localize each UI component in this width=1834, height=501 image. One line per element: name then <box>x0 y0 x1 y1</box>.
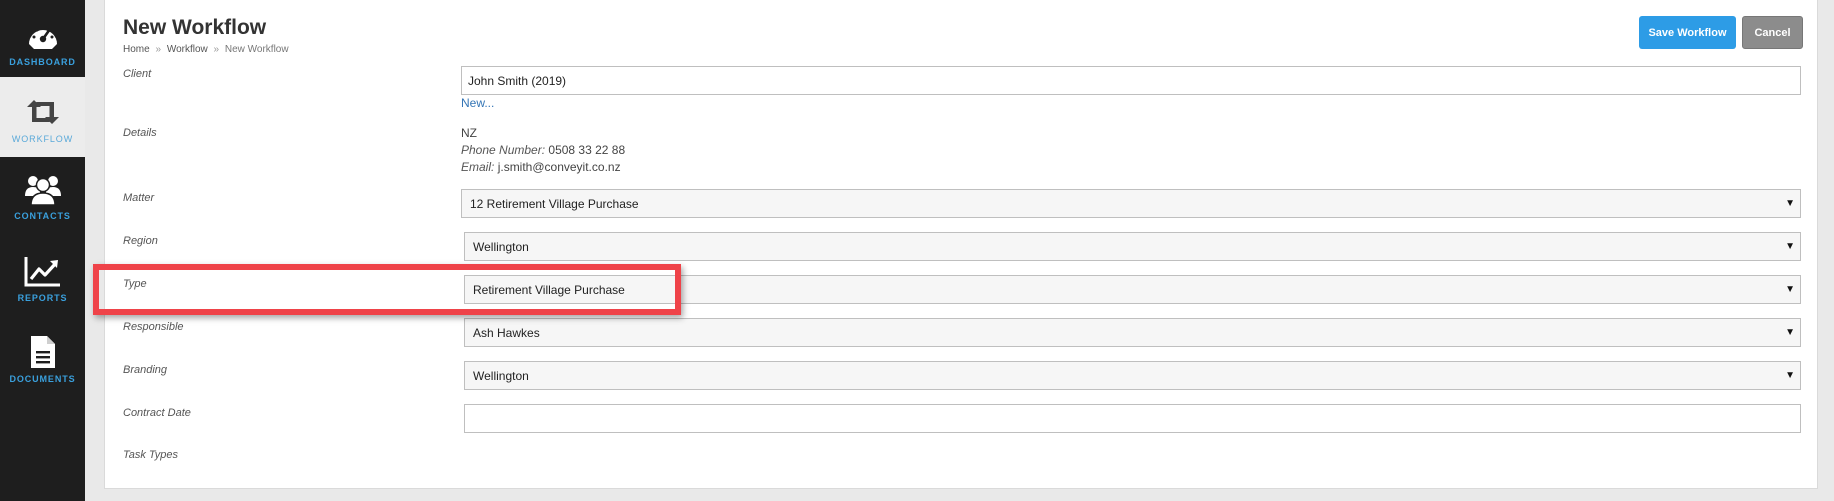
sidebar-item-label: DASHBOARD <box>9 57 76 67</box>
sidebar-item-contacts[interactable]: CONTACTS <box>0 157 85 237</box>
caret-down-icon: ▼ <box>1785 241 1795 252</box>
client-field[interactable]: John Smith (2019) <box>461 66 1801 95</box>
phone-number-label: Phone Number: <box>461 143 546 157</box>
contract-date-label: Contract Date <box>123 407 191 419</box>
sidebar-item-workflow[interactable]: WORKFLOW <box>0 77 85 157</box>
responsible-label: Responsible <box>123 321 184 333</box>
client-value: John Smith (2019) <box>468 73 567 88</box>
email-value: j.smith@conveyit.co.nz <box>497 160 621 174</box>
matter-value: 12 Retirement Village Purchase <box>470 196 639 211</box>
type-label: Type <box>123 278 147 290</box>
sidebar-item-label: CONTACTS <box>14 211 71 221</box>
details-label: Details <box>123 127 157 139</box>
page-title: New Workflow <box>123 16 267 39</box>
speedometer-icon <box>23 17 63 53</box>
sidebar-item-label: DOCUMENTS <box>9 374 76 384</box>
caret-down-icon: ▼ <box>1785 327 1795 338</box>
region-value: Wellington <box>473 239 529 254</box>
region-select[interactable]: Wellington ▼ <box>464 232 1801 261</box>
breadcrumb-workflow[interactable]: Workflow <box>167 44 208 55</box>
cancel-button[interactable]: Cancel <box>1742 16 1803 49</box>
breadcrumb-separator: » <box>213 44 220 55</box>
client-label: Client <box>123 68 152 80</box>
breadcrumb-current: New Workflow <box>224 44 289 55</box>
line-chart-icon <box>23 253 63 289</box>
email-label: Email: <box>461 160 495 174</box>
new-client-link[interactable]: New... <box>461 96 494 110</box>
document-icon <box>23 334 63 370</box>
region-label: Region <box>123 235 158 247</box>
details-country: NZ <box>461 126 477 140</box>
contract-date-field[interactable] <box>464 404 1801 433</box>
responsible-value: Ash Hawkes <box>473 325 540 340</box>
branding-label: Branding <box>123 364 168 376</box>
sidebar-item-documents[interactable]: DOCUMENTS <box>0 317 85 397</box>
branding-select[interactable]: Wellington ▼ <box>464 361 1801 390</box>
branding-value: Wellington <box>473 368 529 383</box>
main-panel: New Workflow Home » Workflow » New Workf… <box>104 0 1818 489</box>
sidebar-item-dashboard[interactable]: DASHBOARD <box>0 0 85 77</box>
breadcrumb-separator: » <box>155 44 162 55</box>
type-select[interactable]: Retirement Village Purchase ▼ <box>464 275 1801 304</box>
caret-down-icon: ▼ <box>1785 370 1795 381</box>
phone-number-value: 0508 33 22 88 <box>548 143 626 157</box>
details-phone-row: Phone Number: 0508 33 22 88 <box>461 142 625 159</box>
type-value: Retirement Village Purchase <box>473 282 625 297</box>
responsible-select[interactable]: Ash Hawkes ▼ <box>464 318 1801 347</box>
client-details: NZ Phone Number: 0508 33 22 88 Email: j.… <box>461 125 625 176</box>
breadcrumb-home[interactable]: Home <box>123 44 150 55</box>
sidebar-item-label: REPORTS <box>17 293 68 303</box>
matter-select[interactable]: 12 Retirement Village Purchase ▼ <box>461 189 1801 218</box>
sidebar-item-reports[interactable]: REPORTS <box>0 237 85 317</box>
sidebar-item-label: WORKFLOW <box>11 134 74 144</box>
matter-label: Matter <box>123 192 155 204</box>
details-email-row: Email: j.smith@conveyit.co.nz <box>461 159 625 176</box>
users-icon <box>23 171 63 207</box>
breadcrumb: Home » Workflow » New Workflow <box>123 44 289 55</box>
save-workflow-button[interactable]: Save Workflow <box>1639 16 1736 49</box>
sidebar: DASHBOARD WORKFLOW CONTACTS REPORTS DOCU… <box>0 0 85 501</box>
retweet-icon <box>23 94 63 130</box>
caret-down-icon: ▼ <box>1785 198 1795 209</box>
task-types-label: Task Types <box>123 449 179 461</box>
caret-down-icon: ▼ <box>1785 284 1795 295</box>
